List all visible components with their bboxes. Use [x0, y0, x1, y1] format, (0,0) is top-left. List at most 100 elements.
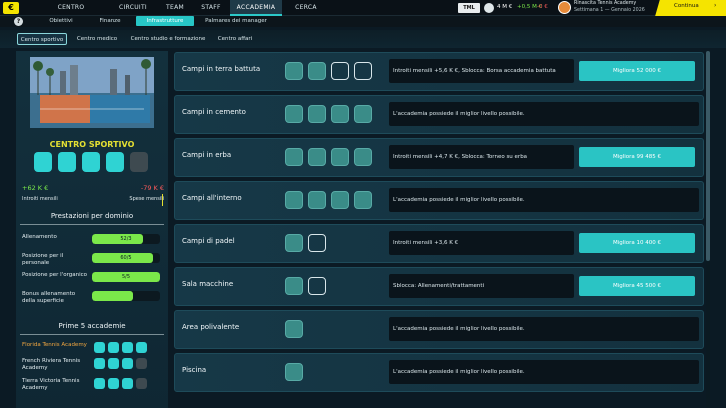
facility-description: Sblocca: Allenamenti/trattamenti — [389, 274, 574, 298]
scrollbar[interactable] — [706, 51, 710, 408]
facility-level-filled — [354, 105, 372, 123]
upgrade-button[interactable]: Migliora 52 000 € — [579, 61, 695, 81]
facility-name: Campi in cemento — [182, 108, 246, 116]
academy-level-filled — [108, 342, 119, 353]
upgrade-button[interactable]: Migliora 45 500 € — [579, 276, 695, 296]
level-square-filled — [106, 152, 124, 172]
performance-bar — [92, 291, 160, 301]
academy-name[interactable]: French Riviera Tennis Academy — [22, 358, 88, 372]
sports-center-photo — [30, 57, 154, 128]
academy-level-empty — [136, 378, 147, 389]
facility-name: Campi in erba — [182, 151, 232, 159]
facility-description: L'accademia possiede il miglior livello … — [389, 102, 699, 126]
facility-level-empty — [308, 277, 326, 295]
facility-name: Campi in terra battuta — [182, 65, 261, 73]
panel-title: CENTRO SPORTIVO — [49, 140, 135, 149]
subtab-infrastructure[interactable]: Infrastrutture — [136, 16, 194, 26]
tour-badge: TML — [458, 3, 480, 13]
tab-business-center[interactable]: Centro affari — [214, 33, 256, 45]
level-square-filled — [82, 152, 100, 172]
scrollbar-thumb[interactable] — [706, 51, 710, 261]
facility-name: Piscina — [182, 366, 207, 374]
academy-level-empty — [136, 358, 147, 369]
upgrade-button[interactable]: Migliora 99 485 € — [579, 147, 695, 167]
facility-level-filled — [331, 148, 349, 166]
game-logo-icon[interactable]: € — [3, 2, 19, 14]
facility-level-filled — [285, 277, 303, 295]
facility-name: Campi all'interno — [182, 194, 242, 202]
continue-label: Continua — [674, 3, 699, 9]
coin-icon — [484, 3, 494, 13]
level-square-filled — [58, 152, 76, 172]
subtab-objectives[interactable]: Obiettivi — [44, 16, 78, 26]
facility-level-empty — [308, 234, 326, 252]
tab-study-training-center[interactable]: Centro studio e formazione — [128, 33, 208, 45]
monthly-expense-label: Spese mensili — [129, 196, 164, 202]
divider — [20, 334, 164, 335]
subtab-manager-palmares[interactable]: Palmares dei manager — [200, 16, 272, 26]
performance-bar: 5/5 — [92, 272, 160, 282]
academy-level-filled — [108, 378, 119, 389]
nav-search[interactable]: CERCA — [288, 0, 324, 16]
level-square-filled — [34, 152, 52, 172]
money-value: 4 M € — [497, 4, 513, 10]
monthly-expense-value: -79 K € — [140, 184, 164, 192]
academy-level-filled — [94, 342, 105, 353]
facility-level-filled — [285, 363, 303, 381]
monthly-income-value: +62 K € — [22, 184, 49, 192]
nav-staff[interactable]: STAFF — [196, 0, 226, 16]
performance-bar: 52/3 — [92, 234, 160, 244]
tab-sports-center[interactable]: Centro sportivo — [17, 33, 67, 45]
top-academies-title: Prime 5 accademie — [58, 322, 126, 330]
nav-message-center[interactable]: CENTRO MESSAGGI — [40, 0, 102, 27]
subtab-finances[interactable]: Finanze — [92, 16, 128, 26]
nav-team[interactable]: TEAM — [158, 0, 192, 16]
facility-description: Introiti mensili +4,7 K €, Sblocca: Torn… — [389, 145, 574, 169]
performance-label: Posizione per il personale — [22, 253, 64, 266]
divider — [162, 194, 163, 206]
academy-name[interactable]: Florida Tennis Academy — [22, 342, 88, 349]
manager-avatar[interactable] — [558, 1, 571, 14]
facility-level-filled — [331, 191, 349, 209]
performance-bar-fill — [92, 291, 133, 301]
facility-level-filled — [308, 191, 326, 209]
academy-level-filled — [122, 358, 133, 369]
facility-level-empty — [331, 62, 349, 80]
facility-description: L'accademia possiede il miglior livello … — [389, 188, 699, 212]
facility-name: Campi di padel — [182, 237, 235, 245]
academy-name[interactable]: Tierra Victoria Tennis Academy — [22, 378, 88, 392]
facility-level-filled — [331, 105, 349, 123]
performance-label: Allenamento — [22, 234, 57, 240]
facility-level-filled — [308, 105, 326, 123]
level-square-empty — [130, 152, 148, 172]
facility-level-empty — [354, 62, 372, 80]
nav-academy[interactable]: ACCADEMIA — [230, 0, 282, 16]
facility-level-filled — [354, 148, 372, 166]
performance-value: 5/5 — [121, 274, 131, 280]
facility-level-filled — [285, 320, 303, 338]
tab-medical-center[interactable]: Centro medico — [72, 33, 122, 45]
facility-level-filled — [285, 191, 303, 209]
facility-level-filled — [308, 62, 326, 80]
nav-circuits[interactable]: CIRCUITI — [112, 0, 154, 16]
manager-name: Rinascita Tennis Academy — [574, 1, 637, 6]
facility-name: Area polivalente — [182, 323, 240, 331]
academy-level-filled — [94, 378, 105, 389]
academy-level-filled — [122, 342, 133, 353]
academy-level-filled — [122, 378, 133, 389]
chevron-right-icon: › — [714, 2, 717, 9]
help-icon[interactable]: ? — [14, 17, 23, 26]
facility-level-filled — [285, 234, 303, 252]
performance-title: Prestazioni per dominio — [50, 212, 134, 220]
facility-level-filled — [285, 62, 303, 80]
facility-level-filled — [354, 191, 372, 209]
performance-label: Bonus allenamento della superficie — [22, 291, 76, 304]
academy-level-filled — [108, 358, 119, 369]
performance-value: 60/5 — [120, 255, 132, 261]
monthly-income-label: Introiti mensili — [22, 196, 58, 202]
facility-description: L'accademia possiede il miglior livello … — [389, 360, 699, 384]
facility-description: Introiti mensili +3,6 K € — [389, 231, 574, 255]
academy-level-filled — [136, 342, 147, 353]
performance-value: 52/3 — [120, 236, 132, 242]
upgrade-button[interactable]: Migliora 10 400 € — [579, 233, 695, 253]
